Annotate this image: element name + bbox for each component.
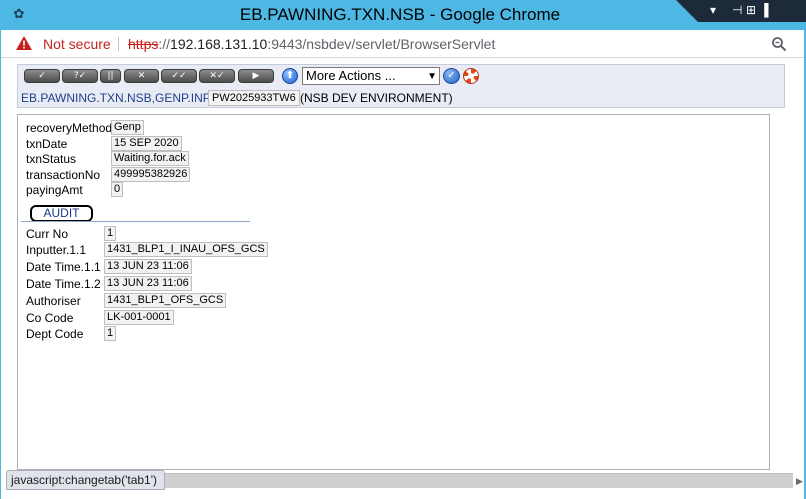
url-host: 192.168.131.10	[170, 36, 268, 52]
commit-button[interactable]: ✓	[24, 69, 60, 83]
t24-toolbar: ✓ ?✓ || ✕ ✓✓ ✕✓ ▶ ⬆ More Actions ... ▼ ✓…	[17, 64, 785, 108]
field-label-recovery-method: recoveryMethod	[26, 121, 113, 135]
network-icon[interactable]: ⊞	[746, 1, 756, 19]
browser-window: ✿ EB.PAWNING.TXN.NSB - Google Chrome ▾ ⊣…	[0, 0, 806, 499]
zoom-icon[interactable]	[771, 36, 787, 52]
audit-label-curr-no: Curr No	[26, 227, 69, 241]
field-value-transaction-no: 499995382926	[111, 167, 191, 182]
field-label-transaction-no: transactionNo	[26, 168, 101, 182]
audit-label-dept-code: Dept Code	[26, 327, 84, 341]
pin-icon[interactable]: ⊣	[732, 1, 742, 19]
go-button-icon[interactable]: ✓	[443, 68, 460, 84]
system-tray: ▾ ⊣ ⊞ ▐	[676, 0, 806, 22]
page-content: ✓ ?✓ || ✕ ✓✓ ✕✓ ▶ ⬆ More Actions ... ▼ ✓…	[1, 58, 804, 499]
signal-icon: ▐	[760, 3, 769, 17]
audit-label-co-code: Co Code	[26, 311, 74, 325]
url-scheme: https	[128, 36, 159, 52]
url-scheme-sep: ://	[158, 36, 171, 52]
audit-value-date-time-2: 13 JUN 23 11:06	[104, 276, 192, 291]
audit-label-date-time-1: Date Time.1.1	[26, 260, 101, 274]
audit-value-co-code: LK-001-0001	[104, 310, 174, 325]
next-button[interactable]: ▶	[238, 69, 274, 83]
chevron-down-icon: ▼	[427, 71, 437, 82]
field-label-paying-amt: payingAmt	[26, 183, 83, 197]
tab-audit[interactable]: AUDIT	[30, 205, 93, 222]
application-name: EB.PAWNING.TXN.NSB,GENP.INPUT	[21, 91, 227, 105]
status-bubble: javascript:changetab('tab1')	[6, 470, 165, 490]
delete-button[interactable]: ✕	[124, 69, 159, 83]
field-label-txn-date: txnDate	[26, 137, 68, 151]
address-bar: Not secure https://192.168.131.10:9443/n…	[1, 30, 804, 58]
title-bar: ✿ EB.PAWNING.TXN.NSB - Google Chrome ▾ ⊣…	[0, 0, 806, 30]
audit-label-authoriser: Authoriser	[26, 294, 81, 308]
app-icon[interactable]: ✿	[11, 6, 27, 22]
audit-value-inputter: 1431_BLP1_I_INAU_OFS_GCS	[104, 242, 268, 257]
audit-label-inputter: Inputter.1.1	[26, 243, 87, 257]
authorise-button[interactable]: ✓✓	[161, 69, 197, 83]
tab-divider	[21, 221, 250, 222]
address-separator	[118, 37, 119, 51]
audit-value-dept-code: 1	[104, 326, 117, 341]
audit-label-date-time-2: Date Time.1.2	[26, 277, 101, 291]
window-title: EB.PAWNING.TXN.NSB - Google Chrome	[239, 5, 561, 24]
environment-label: (NSB DEV ENVIRONMENT)	[300, 91, 453, 105]
warning-icon[interactable]	[16, 36, 32, 50]
record-panel: recoveryMethod Genp txnDate 15 SEP 2020 …	[17, 114, 770, 470]
more-actions-value: More Actions ...	[306, 68, 396, 83]
url-field[interactable]: https://192.168.131.10:9443/nsbdev/servl…	[128, 35, 495, 53]
field-value-txn-status: Waiting.for.ack	[111, 151, 189, 166]
reverse-button[interactable]: ✕✓	[199, 69, 235, 83]
audit-value-authoriser: 1431_BLP1_OFS_GCS	[104, 293, 227, 308]
help-lifebuoy-icon[interactable]	[463, 68, 479, 84]
field-label-txn-status: txnStatus	[26, 152, 77, 166]
chevron-down-icon[interactable]: ▾	[710, 1, 716, 19]
transaction-id-field[interactable]: PW2025933TW6	[208, 90, 300, 106]
upload-icon[interactable]: ⬆	[282, 68, 298, 84]
horizontal-scrollbar[interactable]	[165, 473, 793, 488]
scroll-right-icon[interactable]: ▶	[795, 474, 804, 488]
validate-button[interactable]: ?✓	[62, 69, 98, 83]
field-value-recovery-method: Genp	[111, 120, 144, 135]
more-actions-select[interactable]: More Actions ... ▼	[302, 67, 440, 85]
hold-button[interactable]: ||	[100, 69, 121, 83]
audit-value-curr-no: 1	[104, 226, 117, 241]
url-path: :9443/nsbdev/servlet/BrowserServlet	[267, 36, 496, 52]
field-value-paying-amt: 0	[111, 182, 124, 197]
audit-value-date-time-1: 13 JUN 23 11:06	[104, 259, 192, 274]
security-indicator[interactable]: Not secure	[43, 35, 111, 53]
field-value-txn-date: 15 SEP 2020	[111, 136, 182, 151]
